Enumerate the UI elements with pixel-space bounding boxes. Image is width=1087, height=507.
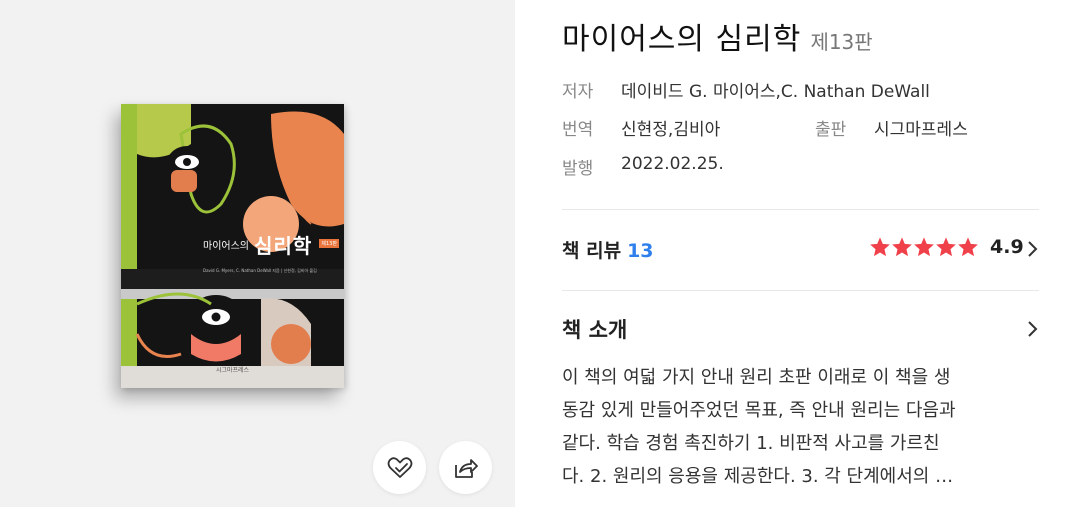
cover-title: 마이어스의 심리학 제13판 [203, 230, 339, 259]
like-button[interactable] [373, 441, 426, 494]
intro-line: 이 책의 여덟 가지 안내 원리 초판 이래로 이 책을 생 [562, 367, 951, 388]
intro-text[interactable]: 이 책의 여덟 가지 안내 원리 초판 이래로 이 책을 생 동감 있게 만들어… [562, 361, 1042, 493]
author-label: 저자 [562, 82, 594, 102]
cover-publisher-mark: 시그마프레스 [215, 367, 250, 374]
cover-big-title: 심리학 [254, 234, 313, 258]
star-icon [958, 237, 978, 257]
edition-label: 제13판 [810, 30, 873, 54]
intro-title: 책 소개 [562, 318, 628, 342]
intro-line: 동감 있게 만들어주었던 목표, 즉 안내 원리는 다음과 [562, 400, 956, 421]
book-title-row: 마이어스의 심리학 제13판 [562, 14, 873, 58]
intro-line: 같다. 학습 경험 촉진하기 1. 비판적 사고를 가르친 [562, 433, 940, 454]
cover-authors: David G. Myers, C. Nathan DeWall 지음 | 신현… [203, 268, 317, 273]
rating-value: 4.9 [990, 236, 1024, 258]
published-value: 2022.02.25. [621, 154, 724, 174]
divider [562, 290, 1039, 291]
heart-check-icon [387, 456, 412, 478]
star-icon [870, 237, 890, 257]
review-label: 책 리뷰 [562, 240, 622, 262]
share-button[interactable] [439, 441, 492, 494]
cover-panel: 마이어스의 심리학 제13판 David G. Myers, C. Nathan… [0, 0, 515, 507]
cover-edition-badge: 제13판 [319, 239, 339, 248]
star-icon [936, 237, 956, 257]
published-label: 발행 [562, 159, 594, 179]
star-icon [914, 237, 934, 257]
rating-stars [869, 236, 979, 258]
translator-label: 번역 [562, 120, 594, 140]
review-count: 13 [627, 240, 654, 262]
review-section-link[interactable]: 책 리뷰 13 [562, 236, 654, 263]
star-icon [892, 237, 912, 257]
share-arrow-icon [454, 458, 478, 478]
translator-value[interactable]: 신현정,김비아 [621, 115, 720, 140]
intro-line: 다. 2. 원리의 응용을 제공한다. 3. 각 단계에서의 … [562, 466, 954, 487]
divider [562, 209, 1039, 210]
cover-small-title: 마이어스의 [203, 241, 249, 252]
chevron-right-icon[interactable] [1027, 320, 1039, 338]
book-cover-image[interactable]: 마이어스의 심리학 제13판 David G. Myers, C. Nathan… [121, 104, 344, 388]
publisher-label: 출판 [815, 120, 847, 140]
book-title: 마이어스의 심리학 [562, 22, 802, 57]
publisher-value[interactable]: 시그마프레스 [874, 115, 968, 140]
chevron-right-icon[interactable] [1027, 240, 1039, 258]
author-value[interactable]: 데이비드 G. 마이어스,C. Nathan DeWall [621, 77, 930, 102]
